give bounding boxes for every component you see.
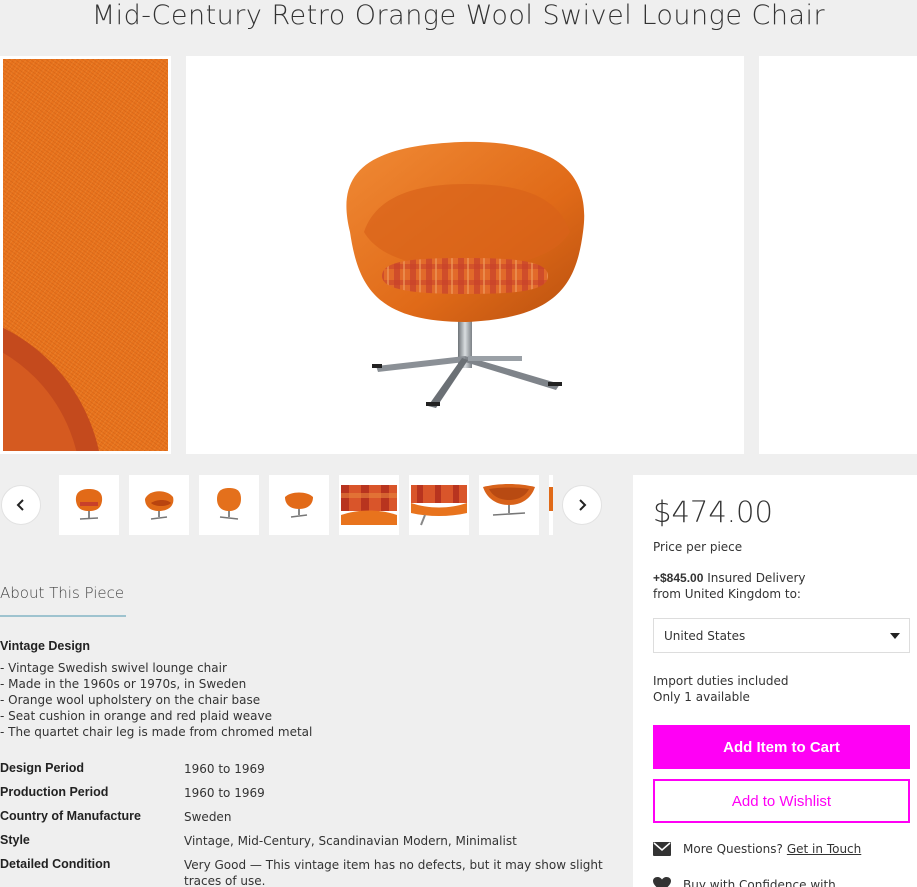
get-in-touch-link[interactable]: Get in Touch xyxy=(787,842,861,856)
vintage-design-title: Vintage Design xyxy=(0,639,91,653)
vintage-design-list: - Vintage Swedish swivel lounge chair - … xyxy=(0,660,312,740)
duties-info: Import duties included Only 1 available xyxy=(653,673,788,705)
purchase-panel: $474.00 Price per piece +$845.00 Insured… xyxy=(633,475,917,887)
gallery-main-image[interactable] xyxy=(186,56,744,454)
thumbnail-chair-top[interactable] xyxy=(479,475,539,535)
spec-value: Sweden xyxy=(184,810,232,824)
questions-text: More Questions? xyxy=(683,842,783,856)
availability-text: Only 1 available xyxy=(653,690,750,704)
price-note: Price per piece xyxy=(653,540,743,554)
delivery-price: +$845.00 xyxy=(653,571,704,585)
spec-label: Production Period xyxy=(0,785,109,799)
orange-chair-image xyxy=(346,141,585,408)
about-heading: About This Piece xyxy=(0,584,125,602)
heart-icon xyxy=(653,877,671,887)
envelope-icon xyxy=(653,842,671,856)
spec-label: Design Period xyxy=(0,761,85,775)
confidence-text: Buy with Confidence with xyxy=(683,878,836,887)
about-heading-underline xyxy=(0,615,126,617)
thumbnail-chair-front[interactable] xyxy=(59,475,119,535)
thumbnail-chair-side[interactable] xyxy=(129,475,189,535)
vintage-design-line: - Seat cushion in orange and red plaid w… xyxy=(0,709,272,723)
questions-row: More Questions? Get in Touch xyxy=(653,842,861,856)
thumbnails-next-button[interactable] xyxy=(562,485,602,525)
vintage-design-line: - Made in the 1960s or 1970s, in Sweden xyxy=(0,677,247,691)
thumbnail-strip xyxy=(59,475,553,535)
spec-value: Vintage, Mid-Century, Scandinavian Moder… xyxy=(184,834,517,848)
spec-value: 1960 to 1969 xyxy=(184,786,265,800)
spec-label: Detailed Condition xyxy=(0,857,111,871)
country-select-value: United States xyxy=(664,629,746,643)
thumbnail-plaid-detail[interactable] xyxy=(409,475,469,535)
spec-label: Style xyxy=(0,833,30,847)
gallery-next-image[interactable] xyxy=(759,56,917,454)
spec-value: 1960 to 1969 xyxy=(184,762,265,776)
confidence-row: Buy with Confidence with xyxy=(653,877,836,887)
duties-text: Import duties included xyxy=(653,674,789,688)
thumbnail-chair-partial[interactable] xyxy=(549,475,553,535)
product-page: Mid-Century Retro Orange Wool Swivel Lou… xyxy=(0,0,917,887)
vintage-design-line: - Orange wool upholstery on the chair ba… xyxy=(0,693,261,707)
price: $474.00 xyxy=(653,495,773,529)
thumbnails-prev-button[interactable] xyxy=(1,485,41,525)
vintage-design-line: - Vintage Swedish swivel lounge chair xyxy=(0,661,227,675)
chevron-left-icon xyxy=(16,499,24,511)
vintage-design-line: - The quartet chair leg is made from chr… xyxy=(0,725,313,739)
gallery-prev-image[interactable] xyxy=(0,56,171,454)
delivery-info: +$845.00 Insured Delivery from United Ki… xyxy=(653,570,806,602)
thumbnail-plaid-cushion[interactable] xyxy=(339,475,399,535)
spec-label: Country of Manufacture xyxy=(0,809,141,823)
thumbnail-chair-low[interactable] xyxy=(269,475,329,535)
add-to-cart-button[interactable]: Add Item to Cart xyxy=(653,725,910,769)
spec-value: Very Good — This vintage item has no def… xyxy=(184,858,603,887)
product-title: Mid-Century Retro Orange Wool Swivel Lou… xyxy=(91,0,826,31)
delivery-from: from United Kingdom to: xyxy=(653,587,801,601)
chevron-right-icon xyxy=(579,499,587,511)
fabric-closeup-image xyxy=(3,59,168,451)
add-to-wishlist-button[interactable]: Add to Wishlist xyxy=(653,779,910,823)
caret-down-icon xyxy=(890,633,900,639)
delivery-text: Insured Delivery xyxy=(703,571,806,585)
thumbnail-chair-back[interactable] xyxy=(199,475,259,535)
country-select[interactable]: United States xyxy=(653,618,910,653)
